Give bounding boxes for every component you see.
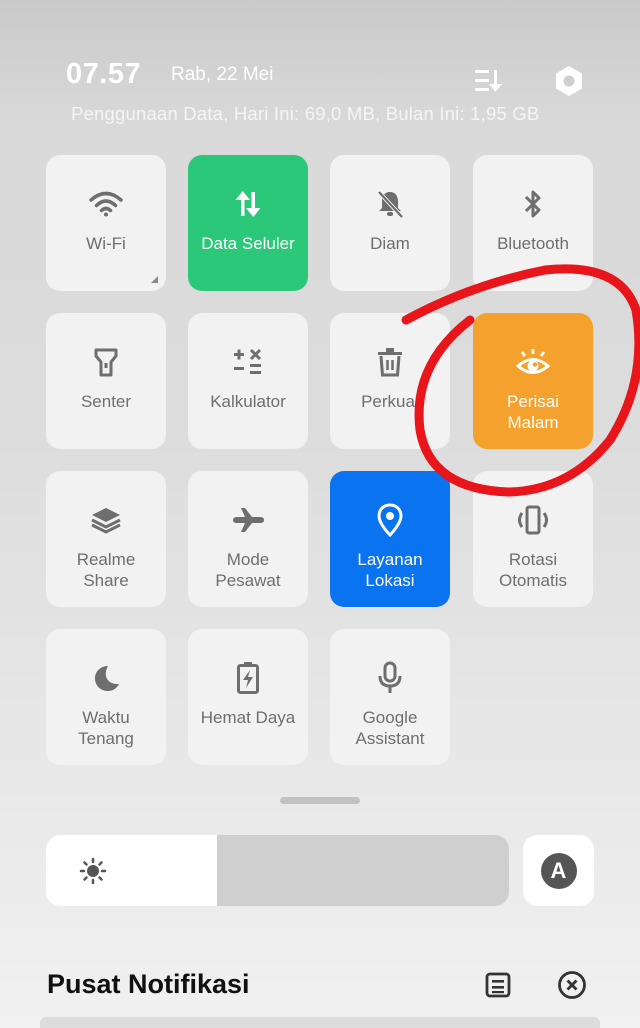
tile-google-assistant[interactable]: Google Assistant [330, 629, 450, 765]
calculator-icon [234, 348, 262, 374]
clear-all-icon [558, 971, 586, 999]
tile-silent[interactable]: Diam [330, 155, 450, 291]
eye-icon [515, 349, 551, 374]
rotate-icon [518, 505, 548, 535]
tile-label: Senter [80, 392, 132, 411]
notification-manage-icon [485, 972, 511, 998]
tile-label: Perisai Malam [507, 392, 559, 432]
tile-location[interactable]: Layanan Lokasi [330, 471, 450, 607]
clock-time: 07.57 [66, 58, 142, 90]
tile-label: Rotasi Otomatis [498, 550, 568, 590]
tile-label: Perkua [361, 392, 415, 411]
flashlight-icon [94, 348, 118, 377]
tile-label: Layanan Lokasi [357, 550, 423, 590]
tile-label: Hemat Daya [200, 708, 296, 727]
tile-realme-share[interactable]: Realme Share [46, 471, 166, 607]
brightness-slider[interactable] [46, 835, 509, 906]
notification-list-edge [40, 1017, 600, 1028]
tile-label: Realme Share [76, 550, 136, 590]
notification-manage-button[interactable] [481, 968, 515, 1002]
tile-label: Diam [370, 234, 410, 253]
tile-label: Waktu Tenang [78, 708, 134, 748]
tile-label: Bluetooth [497, 234, 569, 253]
panel-drag-handle[interactable] [280, 797, 360, 804]
tile-label: Wi-Fi [86, 234, 126, 253]
wifi-icon [89, 191, 123, 217]
tile-label: Mode Pesawat [215, 550, 281, 590]
tile-night-shield[interactable]: Perisai Malam [473, 313, 593, 449]
tile-auto-rotate[interactable]: Rotasi Otomatis [473, 471, 593, 607]
tile-label: Google Assistant [355, 708, 425, 748]
tile-airplane-mode[interactable]: Mode Pesawat [188, 471, 308, 607]
tile-bluetooth[interactable]: Bluetooth [473, 155, 593, 291]
tile-mobile-data[interactable]: Data Seluler [188, 155, 308, 291]
settings-button[interactable] [550, 62, 588, 100]
notification-center-title: Pusat Notifikasi [47, 969, 250, 999]
tile-flashlight[interactable]: Senter [46, 313, 166, 449]
auto-brightness-button[interactable]: A [523, 835, 594, 906]
bluetooth-icon [524, 190, 541, 218]
mobile-data-icon [235, 191, 261, 217]
bell-off-icon [377, 190, 404, 219]
trash-icon [378, 348, 402, 377]
settings-hexagon-icon [556, 66, 582, 96]
tile-quiet-time[interactable]: Waktu Tenang [46, 629, 166, 765]
sun-icon [78, 856, 108, 886]
auto-brightness-icon: A [540, 852, 577, 889]
moon-icon [95, 666, 119, 691]
airplane-icon [233, 508, 264, 532]
data-usage-text: Penggunaan Data, Hari Ini: 69,0 MB, Bula… [71, 103, 540, 124]
tile-label: Data Seluler [201, 234, 295, 253]
microphone-icon [378, 661, 402, 693]
tile-label: Kalkulator [210, 392, 286, 411]
date-label: Rab, 22 Mei [171, 64, 274, 85]
battery-saver-icon [237, 662, 259, 694]
tile-calculator[interactable]: Kalkulator [188, 313, 308, 449]
tile-cleaner[interactable]: Perkua [330, 313, 450, 449]
expand-corner-icon [151, 276, 158, 283]
edit-sort-icon [475, 70, 502, 92]
edit-tiles-button[interactable] [471, 64, 505, 98]
tile-wifi[interactable]: Wi-Fi [46, 155, 166, 291]
location-icon [377, 503, 403, 537]
tile-battery-saver[interactable]: Hemat Daya [188, 629, 308, 765]
realme-share-icon [91, 508, 121, 534]
brightness-level-fill [46, 835, 218, 906]
clear-all-button[interactable] [555, 968, 589, 1002]
